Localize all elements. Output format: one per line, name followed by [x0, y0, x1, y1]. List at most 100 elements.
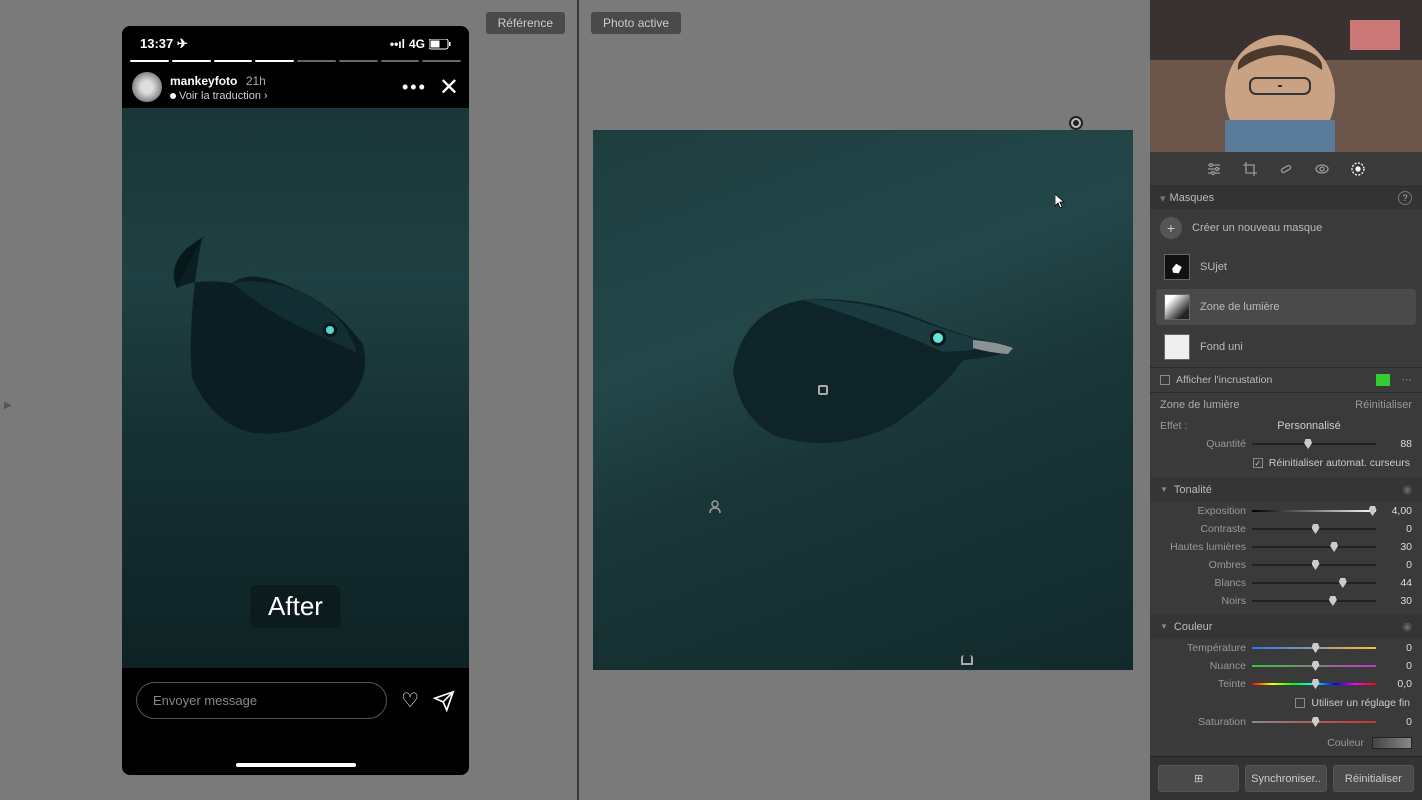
overlay-more-icon[interactable]: ⋯: [1402, 374, 1413, 386]
contraste-slider[interactable]: [1252, 526, 1376, 532]
mask-pin[interactable]: [1069, 116, 1083, 130]
slider-label: Noirs: [1160, 595, 1246, 607]
overlay-label: Afficher l'incrustation: [1176, 374, 1272, 386]
mask-pin-square[interactable]: [818, 385, 828, 395]
slider-label: Contraste: [1160, 523, 1246, 535]
mask-item-background[interactable]: Fond uni: [1156, 329, 1416, 365]
webcam-overlay: [1150, 0, 1422, 152]
fine-tune-checkbox[interactable]: [1295, 698, 1305, 708]
info-icon[interactable]: ?: [1398, 191, 1412, 205]
mask-item-light[interactable]: Zone de lumière: [1156, 289, 1416, 325]
effect-label: Effet :: [1160, 420, 1200, 432]
redeye-tool-icon[interactable]: [1313, 160, 1331, 178]
overlay-toggle-row: Afficher l'incrustation ⋯: [1150, 367, 1422, 393]
story-footer: Envoyer message ♡: [122, 668, 469, 733]
adjust-header: Zone de lumière Réinitialiser: [1150, 393, 1422, 417]
reset-all-button[interactable]: Réinitialiser: [1333, 765, 1414, 792]
slider-value: 0: [1382, 660, 1412, 672]
slider-value: 44: [1382, 577, 1412, 589]
slider-label: Hautes lumières: [1160, 541, 1246, 553]
nuance-slider[interactable]: [1252, 663, 1376, 669]
slider-value: 0: [1382, 716, 1412, 728]
eye-icon[interactable]: ◉: [1402, 483, 1412, 496]
avatar[interactable]: [132, 72, 162, 102]
switch-toggle[interactable]: ⊞: [1158, 765, 1239, 792]
slider-label: Exposition: [1160, 505, 1246, 517]
amount-slider[interactable]: [1252, 441, 1376, 447]
phone-mockup: 13:37 ✈ ••ıl4G mankeyfoto 21h: [122, 26, 469, 775]
sync-button[interactable]: Synchroniser..: [1245, 765, 1326, 792]
slider-value: 4,00: [1382, 505, 1412, 517]
story-age: 21h: [246, 74, 266, 88]
color-picker-row: Couleur: [1150, 731, 1422, 755]
like-icon[interactable]: ♡: [401, 688, 419, 713]
phone-network: ••ıl4G: [390, 37, 451, 51]
mask-pin-shield[interactable]: [961, 655, 973, 665]
slider-label: Nuance: [1160, 660, 1246, 672]
translate-link[interactable]: Voir la traduction ›: [170, 90, 268, 102]
effect-value[interactable]: Personnalisé: [1206, 420, 1412, 432]
mask-thumb: [1164, 294, 1190, 320]
exposition-slider[interactable]: [1252, 508, 1376, 514]
auto-reset-row: ✓ Réinitialiser automat. curseurs: [1150, 453, 1422, 473]
reference-tab[interactable]: Référence: [486, 12, 565, 34]
mask-pin-person[interactable]: [709, 500, 723, 514]
color-picker[interactable]: [1372, 737, 1412, 749]
home-indicator: [236, 763, 356, 767]
crop-tool-icon[interactable]: [1241, 160, 1259, 178]
tone-label: Tonalité: [1174, 484, 1212, 496]
heal-tool-icon[interactable]: [1277, 160, 1295, 178]
cursor-icon: [1055, 194, 1067, 210]
slider-value: 0,0: [1382, 678, 1412, 690]
noirs-slider[interactable]: [1252, 598, 1376, 604]
slider-label: Température: [1160, 642, 1246, 654]
hautes-slider[interactable]: [1252, 544, 1376, 550]
mask-thumb: [1164, 254, 1190, 280]
mask-label: SUjet: [1200, 261, 1227, 273]
active-photo-tab[interactable]: Photo active: [591, 12, 681, 34]
tone-group-header[interactable]: ▼Tonalité◉: [1150, 477, 1422, 502]
mask-tool-icon[interactable]: [1349, 160, 1367, 178]
slider-value: 30: [1382, 541, 1412, 553]
fine-tune-label: Utiliser un réglage fin: [1311, 697, 1410, 709]
reference-pane: Référence 13:37 ✈ ••ıl4G manke: [0, 0, 579, 800]
blancs-slider[interactable]: [1252, 580, 1376, 586]
create-mask-button[interactable]: + Créer un nouveau masque: [1150, 209, 1422, 247]
mask-label: Fond uni: [1200, 341, 1243, 353]
auto-reset-checkbox[interactable]: ✓: [1253, 458, 1263, 468]
slider-label: Blancs: [1160, 577, 1246, 589]
overlay-color-swatch[interactable]: [1376, 374, 1390, 386]
ombres-slider[interactable]: [1252, 562, 1376, 568]
eye-icon[interactable]: ◉: [1402, 620, 1412, 633]
saturation-slider[interactable]: [1252, 719, 1376, 725]
amount-row: Quantité 88: [1150, 435, 1422, 453]
color-group-label: Couleur: [1174, 621, 1213, 633]
temperature-slider[interactable]: [1252, 645, 1376, 651]
close-icon[interactable]: ✕: [439, 73, 459, 102]
story-more-icon[interactable]: •••: [402, 77, 427, 98]
story-username[interactable]: mankeyfoto: [170, 74, 237, 88]
teinte-slider[interactable]: [1252, 681, 1376, 687]
overlay-checkbox[interactable]: [1160, 375, 1170, 385]
slider-value: 0: [1382, 559, 1412, 571]
adjust-section-name: Zone de lumière: [1160, 399, 1240, 411]
panel-footer: ⊞ Synchroniser.. Réinitialiser: [1150, 756, 1422, 800]
slider-label: Saturation: [1160, 716, 1246, 728]
amount-value: 88: [1382, 438, 1412, 450]
adjust-tool-icon[interactable]: [1205, 160, 1223, 178]
masks-section-header[interactable]: ▾ Masques ?: [1150, 187, 1422, 209]
color-group-header[interactable]: ▼Couleur◉: [1150, 614, 1422, 639]
mask-item-subject[interactable]: SUjet: [1156, 249, 1416, 285]
story-progress: [122, 56, 469, 66]
active-photo[interactable]: [593, 130, 1133, 670]
message-input[interactable]: Envoyer message: [136, 682, 387, 719]
slider-value: 30: [1382, 595, 1412, 607]
phone-time: 13:37 ✈: [140, 36, 188, 52]
reset-link[interactable]: Réinitialiser: [1355, 399, 1412, 411]
phone-status-bar: 13:37 ✈ ••ıl4G: [122, 26, 469, 56]
plus-icon: +: [1160, 217, 1182, 239]
mask-thumb: [1164, 334, 1190, 360]
create-mask-label: Créer un nouveau masque: [1192, 222, 1322, 234]
share-icon[interactable]: [433, 690, 455, 712]
amount-label: Quantité: [1160, 438, 1246, 450]
